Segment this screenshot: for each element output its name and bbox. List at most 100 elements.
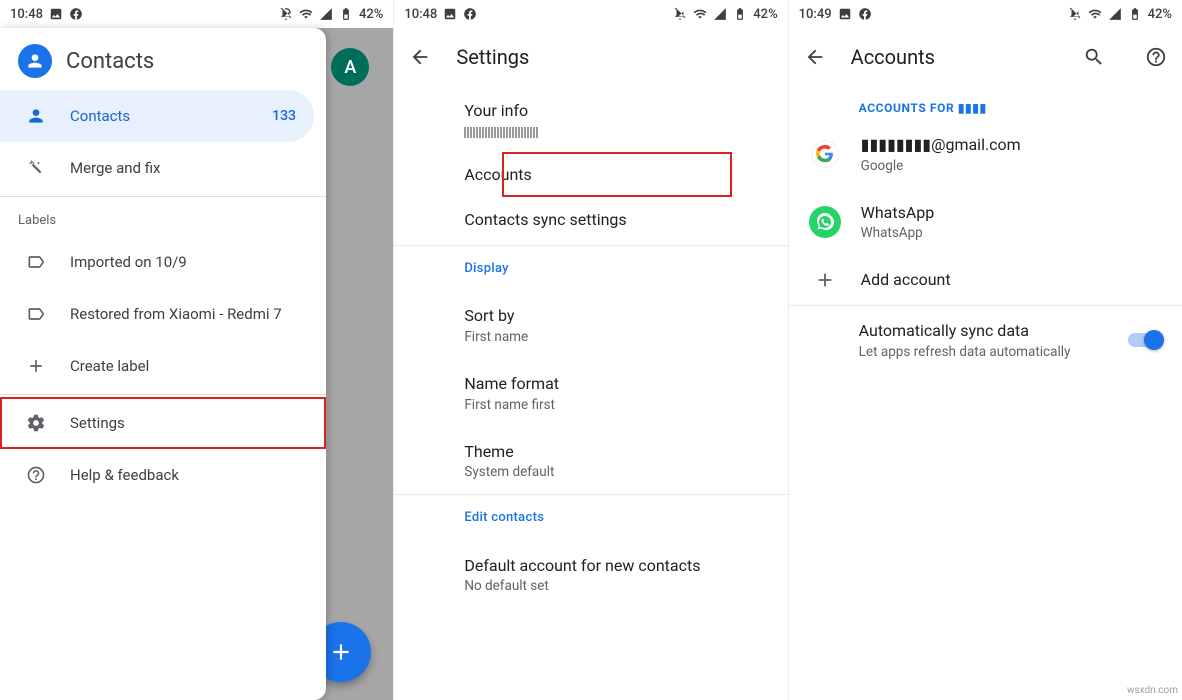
photos-icon xyxy=(49,7,63,21)
row-value: No default set xyxy=(464,578,767,594)
row-theme[interactable]: Theme System default xyxy=(394,427,787,495)
signal-icon xyxy=(713,7,727,21)
account-title: WhatsApp xyxy=(861,202,1162,224)
plus-icon xyxy=(26,356,48,376)
facebook-icon xyxy=(858,7,872,21)
row-your-info[interactable]: Your info xyxy=(394,86,787,154)
photos-icon xyxy=(838,7,852,21)
account-email: ▮▮▮▮▮▮▮▮@gmail.com xyxy=(861,134,1162,156)
screenshot-settings: 10:48 42% Settings Your info Accounts Co… xyxy=(393,0,787,700)
divider xyxy=(0,196,326,197)
wifi-icon xyxy=(299,7,313,21)
add-account-button[interactable]: Add account xyxy=(789,255,1182,305)
wifi-icon xyxy=(1088,7,1102,21)
tutorial-highlight xyxy=(502,152,731,198)
label-text: Create label xyxy=(70,357,149,375)
row-title: Name format xyxy=(464,373,767,395)
dnd-icon xyxy=(673,7,687,21)
row-subtitle xyxy=(464,124,767,140)
drawer-header: Contacts xyxy=(0,28,326,90)
person-icon xyxy=(26,106,48,126)
section-header-display: Display xyxy=(394,246,787,292)
status-time: 10:49 xyxy=(799,7,832,22)
nav-item-merge[interactable]: Merge and fix xyxy=(0,142,326,194)
status-time: 10:48 xyxy=(10,7,43,22)
create-label-button[interactable]: Create label xyxy=(0,340,326,392)
plus-icon xyxy=(807,262,843,298)
wifi-icon xyxy=(693,7,707,21)
signal-icon xyxy=(319,7,333,21)
app-bar: Settings xyxy=(394,28,787,86)
row-title: Sort by xyxy=(464,305,767,327)
drawer-title: Contacts xyxy=(66,49,154,74)
label-icon xyxy=(26,304,48,324)
page-title: Settings xyxy=(456,45,529,69)
row-default-account[interactable]: Default account for new contacts No defa… xyxy=(394,541,787,609)
help-button[interactable] xyxy=(1144,45,1168,69)
status-bar: 10:48 42% xyxy=(0,0,393,28)
battery-icon xyxy=(733,7,747,21)
status-time: 10:48 xyxy=(404,7,437,22)
label-text: Restored from Xiaomi - Redmi 7 xyxy=(70,305,282,323)
section-title: Display xyxy=(464,260,767,278)
screenshot-accounts: 10:49 42% Accounts ACCOUNTS FOR ▮▮▮▮ ▮▮▮… xyxy=(788,0,1182,700)
account-row-whatsapp[interactable]: WhatsApp WhatsApp xyxy=(789,188,1182,256)
row-auto-sync[interactable]: Automatically sync data Let apps refresh… xyxy=(789,306,1182,374)
nav-item-settings[interactable]: Settings xyxy=(0,397,326,449)
account-row-google[interactable]: ▮▮▮▮▮▮▮▮@gmail.com Google xyxy=(789,120,1182,188)
photos-icon xyxy=(443,7,457,21)
row-value: First name first xyxy=(464,397,767,413)
row-subtitle: Let apps refresh data automatically xyxy=(859,344,1112,360)
row-sort-by[interactable]: Sort by First name xyxy=(394,291,787,359)
section-header-accounts-for: ACCOUNTS FOR ▮▮▮▮ xyxy=(789,86,1182,120)
contacts-count: 133 xyxy=(272,108,296,124)
account-subtitle: WhatsApp xyxy=(861,225,1162,241)
row-accounts[interactable]: Accounts xyxy=(394,154,787,196)
battery-icon xyxy=(339,7,353,21)
nav-item-help[interactable]: Help & feedback xyxy=(0,449,326,501)
search-button[interactable] xyxy=(1082,45,1106,69)
page-title: Accounts xyxy=(851,45,935,69)
signal-icon xyxy=(1108,7,1122,21)
battery-icon xyxy=(1128,7,1142,21)
status-bar: 10:48 42% xyxy=(394,0,787,28)
row-title: Theme xyxy=(464,441,767,463)
screenshot-contacts-drawer: 10:48 42% A Contacts Contacts 133 Merge … xyxy=(0,0,393,700)
section-title: Edit contacts xyxy=(464,509,767,527)
navigation-drawer: Contacts Contacts 133 Merge and fix Labe… xyxy=(0,28,326,700)
label-text: Imported on 10/9 xyxy=(70,253,187,271)
gear-icon xyxy=(26,413,48,433)
label-item-restored[interactable]: Restored from Xiaomi - Redmi 7 xyxy=(0,288,326,340)
row-title: Default account for new contacts xyxy=(464,555,767,577)
row-sync-settings[interactable]: Contacts sync settings xyxy=(394,195,787,245)
watermark: wsxdn.com xyxy=(1127,685,1178,696)
row-name-format[interactable]: Name format First name first xyxy=(394,359,787,427)
whatsapp-icon xyxy=(807,204,843,240)
help-icon xyxy=(26,465,48,485)
back-button[interactable] xyxy=(803,45,827,69)
row-title: Add account xyxy=(861,269,1162,291)
label-icon xyxy=(26,252,48,272)
battery-percent: 42% xyxy=(359,7,383,22)
labels-header: Labels xyxy=(0,199,326,236)
accounts-list[interactable]: ACCOUNTS FOR ▮▮▮▮ ▮▮▮▮▮▮▮▮@gmail.com Goo… xyxy=(789,86,1182,700)
divider xyxy=(0,394,326,395)
facebook-icon xyxy=(69,7,83,21)
status-bar: 10:49 42% xyxy=(789,0,1182,28)
battery-percent: 42% xyxy=(753,7,777,22)
nav-item-label: Help & feedback xyxy=(70,466,179,484)
row-value: System default xyxy=(464,464,767,480)
dnd-icon xyxy=(1068,7,1082,21)
auto-sync-toggle[interactable] xyxy=(1128,330,1164,350)
nav-item-contacts[interactable]: Contacts 133 xyxy=(0,90,314,142)
nav-item-label: Contacts xyxy=(70,107,130,125)
nav-item-label: Settings xyxy=(70,414,125,432)
back-button[interactable] xyxy=(408,45,432,69)
row-title: Automatically sync data xyxy=(859,320,1112,342)
label-item-imported[interactable]: Imported on 10/9 xyxy=(0,236,326,288)
facebook-icon xyxy=(463,7,477,21)
wand-icon xyxy=(26,158,48,178)
settings-list[interactable]: Your info Accounts Contacts sync setting… xyxy=(394,86,787,700)
battery-percent: 42% xyxy=(1148,7,1172,22)
app-bar: Accounts xyxy=(789,28,1182,86)
